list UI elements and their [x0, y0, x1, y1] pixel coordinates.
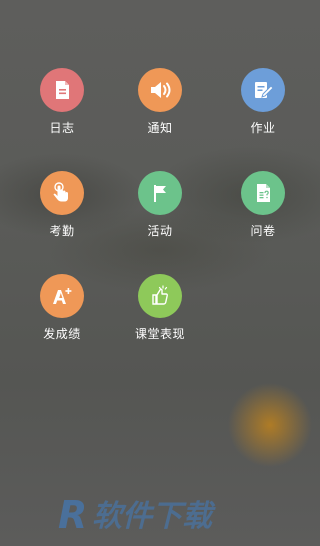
document-icon	[56, 81, 69, 99]
thumbs-up-icon	[152, 285, 168, 305]
menu-item-label: 课堂表现	[134, 327, 185, 341]
grade-a-plus-icon	[53, 288, 72, 304]
activity-icon-circle	[138, 171, 182, 215]
menu-item-log[interactable]: 日志	[17, 68, 107, 135]
menu-item-grades[interactable]: 发成绩	[17, 274, 107, 341]
flag-icon	[154, 185, 166, 202]
speaker-icon	[151, 82, 171, 98]
menu-item-label: 作业	[250, 121, 276, 135]
menu-item-label: 活动	[147, 224, 173, 238]
menu-item-label: 发成绩	[43, 327, 81, 341]
hand-pointer-icon	[53, 182, 68, 202]
attendance-icon-circle	[40, 171, 84, 215]
menu-item-label: 问卷	[250, 224, 276, 238]
watermark-logo: R 软件下载	[58, 490, 308, 540]
grades-icon-circle	[40, 274, 84, 318]
menu-item-activity[interactable]: 活动	[115, 171, 205, 238]
class-performance-icon-circle	[138, 274, 182, 318]
menu-item-label: 考勤	[49, 224, 75, 238]
log-icon-circle	[40, 68, 84, 112]
menu-item-label: 通知	[147, 121, 173, 135]
menu-item-class-performance[interactable]: 课堂表现	[115, 274, 205, 341]
svg-text:软件下载: 软件下载	[92, 499, 216, 534]
homework-icon-circle	[241, 68, 285, 112]
menu-item-notice[interactable]: 通知	[115, 68, 205, 135]
menu-item-attendance[interactable]: 考勤	[17, 171, 107, 238]
survey-icon-circle	[241, 171, 285, 215]
menu-item-survey[interactable]: 问卷	[218, 171, 308, 238]
notice-icon-circle	[138, 68, 182, 112]
edit-document-icon	[255, 82, 274, 98]
svg-text:R: R	[58, 493, 87, 537]
menu-item-label: 日志	[49, 121, 75, 135]
survey-icon	[257, 184, 270, 202]
menu-item-homework[interactable]: 作业	[218, 68, 308, 135]
